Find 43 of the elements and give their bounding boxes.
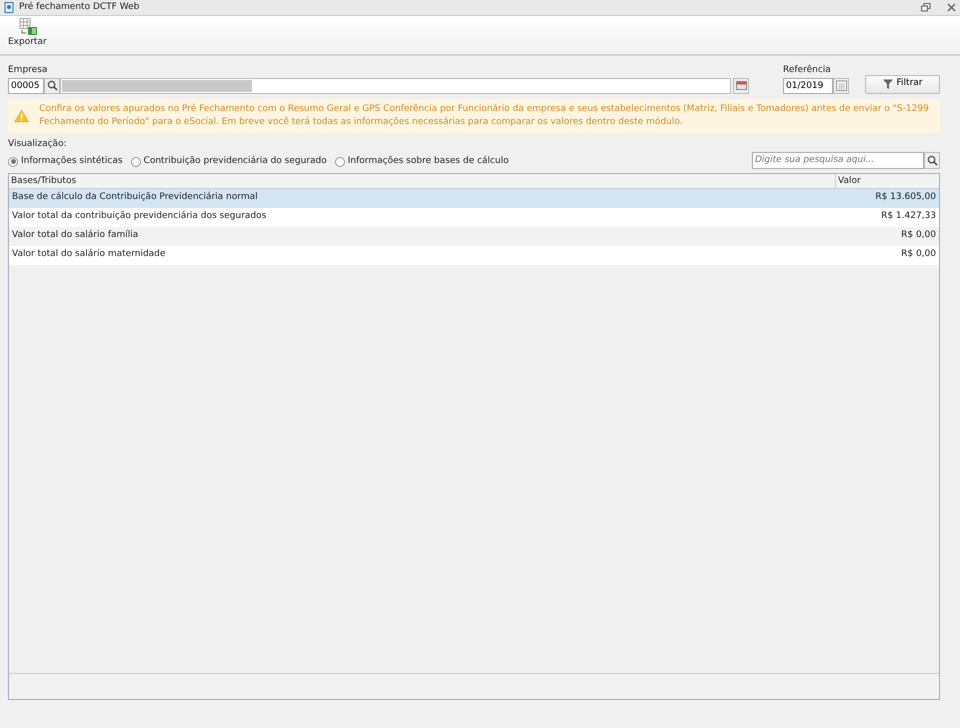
search-field[interactable]: Digite sua pesquisa aqui... xyxy=(752,152,924,168)
reference-date-field[interactable]: 01/2019 xyxy=(783,78,833,94)
radio-button[interactable] xyxy=(334,156,345,167)
table-cell-text: R$ 1.427,33 xyxy=(880,210,937,224)
column-header[interactable]: Valor xyxy=(835,174,939,188)
table-cell-text: R$ 13.605,00 xyxy=(874,191,937,204)
referencia-label: Referência xyxy=(783,64,832,77)
company-lookup-button[interactable] xyxy=(733,78,749,94)
company-name-field[interactable] xyxy=(60,78,731,94)
table-cell-text: Valor total da contribuição previdenciária dos segurados xyxy=(11,210,268,224)
export-button[interactable]: Exportar xyxy=(8,18,47,50)
radio-option[interactable]: Informações sintéticas xyxy=(8,155,123,168)
empresa-label: Empresa xyxy=(8,64,48,77)
window-title: Pré fechamento DCTF Web xyxy=(19,0,140,14)
company-search-button[interactable] xyxy=(44,78,60,94)
table-row[interactable]: Valor total do salário maternidade R$ 0,00 xyxy=(9,246,939,264)
table-row[interactable]: Base de cálculo da Contribuição Previdenciária normal R$ 13.605,00 xyxy=(9,188,939,208)
calendar-icon xyxy=(836,80,846,91)
radio-option[interactable]: Contribuição previdenciária do segurado xyxy=(130,155,327,168)
column-header[interactable]: Bases/Tributos xyxy=(9,174,835,188)
search-icon xyxy=(926,154,938,166)
search-button[interactable] xyxy=(924,152,940,168)
radio-button[interactable] xyxy=(130,156,141,167)
table-row[interactable]: Valor total do salário família R$ 0,00 xyxy=(9,226,939,246)
app-icon xyxy=(4,2,14,13)
table-cell-text: R$ 0,00 xyxy=(900,229,937,242)
calendar-button[interactable] xyxy=(833,78,849,94)
table-cell-text: Valor total do salário maternidade xyxy=(11,248,166,262)
restore-icon[interactable] xyxy=(921,3,931,12)
company-code-field[interactable]: 00005 xyxy=(8,78,44,94)
table-cell-text: Valor total do salário família xyxy=(11,229,140,242)
funnel-icon xyxy=(882,79,893,89)
table-row[interactable]: Valor total da contribuição previdenciária dos segurados R$ 1.427,33 xyxy=(9,208,939,226)
search-icon xyxy=(46,80,58,91)
warning-text: Confira os valores apurados no Pré Fechamento com o Resumo Geral e GPS Conferência por Funcionário da empresa e seus estabelecimentos (Matriz, Filiais e Tomadores) antes de enviar o "S-1299 Fechamento do Período" para o eSocial. Em breve você terá todas as informações necessárias para comparar os valores dentro deste módulo. xyxy=(39,102,930,128)
table-cell-text: R$ 0,00 xyxy=(900,248,937,262)
filter-button[interactable]: Filtrar xyxy=(865,74,940,94)
visualizacao-label: Visualização: xyxy=(8,138,68,150)
radio-option[interactable]: Informações sobre bases de cálculo xyxy=(334,155,509,168)
radio-button[interactable] xyxy=(8,156,18,167)
close-icon[interactable] xyxy=(947,3,956,12)
table-cell-text: Base de cálculo da Contribuição Previdenciária normal xyxy=(11,191,259,204)
card-icon xyxy=(736,81,746,90)
